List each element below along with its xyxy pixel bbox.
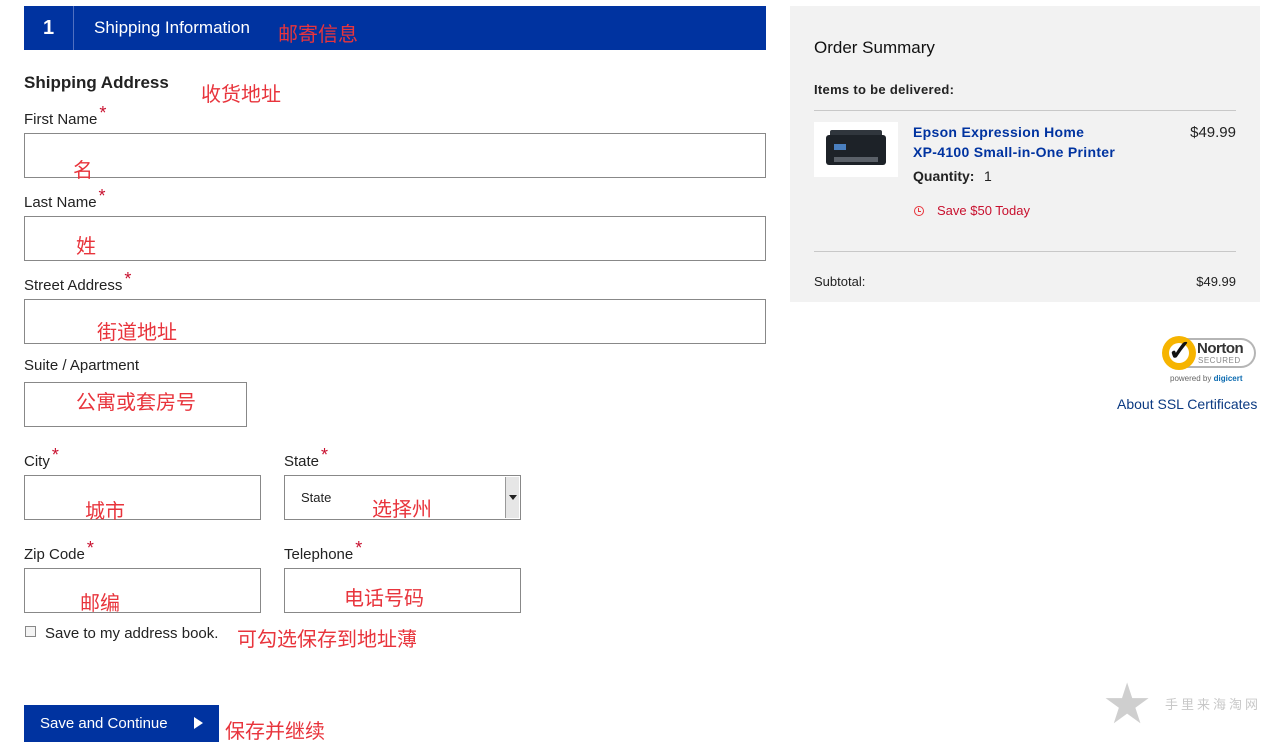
last-name-field[interactable] <box>24 216 766 261</box>
quantity-value: 1 <box>984 168 992 184</box>
about-ssl-link[interactable]: About SSL Certificates <box>1117 396 1257 412</box>
items-to-deliver-label: Items to be delivered: <box>814 82 955 97</box>
watermark-text: 手里来海淘网 <box>1165 697 1262 712</box>
section-title-annotation: 邮寄信息 <box>278 22 358 46</box>
norton-powered-text: powered by digicert <box>1170 374 1243 383</box>
city-field[interactable] <box>24 475 261 520</box>
norton-word: Norton <box>1197 340 1244 357</box>
summary-divider <box>814 110 1236 111</box>
street-address-annotation: 街道地址 <box>97 320 177 344</box>
first-name-annotation: 名 <box>73 158 93 182</box>
product-price: $49.99 <box>1190 124 1236 141</box>
order-summary-title: Order Summary <box>814 38 935 57</box>
save-and-continue-button[interactable]: Save and Continue <box>24 705 219 742</box>
subtotal-label: Subtotal: <box>814 274 866 289</box>
save-and-continue-annotation: 保存并继续 <box>225 719 325 743</box>
save-and-continue-label: Save and Continue <box>40 715 168 732</box>
telephone-annotation: 电话号码 <box>344 586 424 610</box>
required-marker: * <box>98 186 106 206</box>
suite-annotation: 公寓或套房号 <box>76 390 196 414</box>
street-address-label: Street Address * <box>24 269 132 294</box>
section-title: Shipping Information <box>94 18 250 37</box>
arrow-right-icon <box>194 717 203 729</box>
order-summary-panel: Order Summary Items to be delivered: Eps… <box>790 6 1260 302</box>
savings-text: Save $50 Today <box>937 203 1030 218</box>
watermark-star-icon: ★ <box>1102 672 1153 735</box>
city-annotation: 城市 <box>85 499 125 523</box>
save-address-label[interactable]: Save to my address book. <box>45 625 218 642</box>
shipping-address-heading: Shipping Address <box>24 73 169 92</box>
quantity-label: Quantity: <box>913 168 975 184</box>
section-header: 1 Shipping Information <box>24 6 766 50</box>
required-marker: * <box>321 445 329 465</box>
city-label: City * <box>24 445 59 470</box>
required-marker: * <box>86 538 94 558</box>
suite-label: Suite / Apartment <box>24 357 140 374</box>
first-name-field[interactable] <box>24 133 766 178</box>
save-address-checkbox[interactable] <box>25 626 36 637</box>
product-name-link[interactable]: Epson Expression Home XP-4100 Small-in-O… <box>913 122 1153 162</box>
chevron-down-icon[interactable] <box>505 477 519 518</box>
norton-check-icon: ✓ <box>1162 336 1196 370</box>
product-thumbnail[interactable] <box>814 122 898 177</box>
save-address-annotation: 可勾选保存到地址薄 <box>237 627 417 651</box>
summary-divider <box>814 251 1236 252</box>
state-label: State * <box>284 445 329 470</box>
norton-secured-text: SECURED <box>1198 356 1241 365</box>
telephone-label: Telephone * <box>284 538 363 563</box>
zip-code-annotation: 邮编 <box>80 591 120 615</box>
required-marker: * <box>51 445 59 465</box>
last-name-annotation: 姓 <box>76 234 96 258</box>
clock-icon <box>914 206 924 216</box>
zip-code-field[interactable] <box>24 568 261 613</box>
required-marker: * <box>124 269 132 289</box>
state-annotation: 选择州 <box>372 497 432 521</box>
norton-secured-badge[interactable]: ✓ Norton SECURED powered by digicert <box>1160 332 1260 384</box>
zip-code-label: Zip Code * <box>24 538 94 563</box>
subtotal-value: $49.99 <box>1196 274 1236 289</box>
step-number: 1 <box>24 6 74 50</box>
required-marker: * <box>355 538 363 558</box>
last-name-label: Last Name * <box>24 186 106 211</box>
shipping-address-annotation: 收货地址 <box>201 82 281 106</box>
required-marker: * <box>99 103 107 123</box>
state-select-value: State <box>301 490 332 505</box>
first-name-label: First Name * <box>24 103 107 128</box>
